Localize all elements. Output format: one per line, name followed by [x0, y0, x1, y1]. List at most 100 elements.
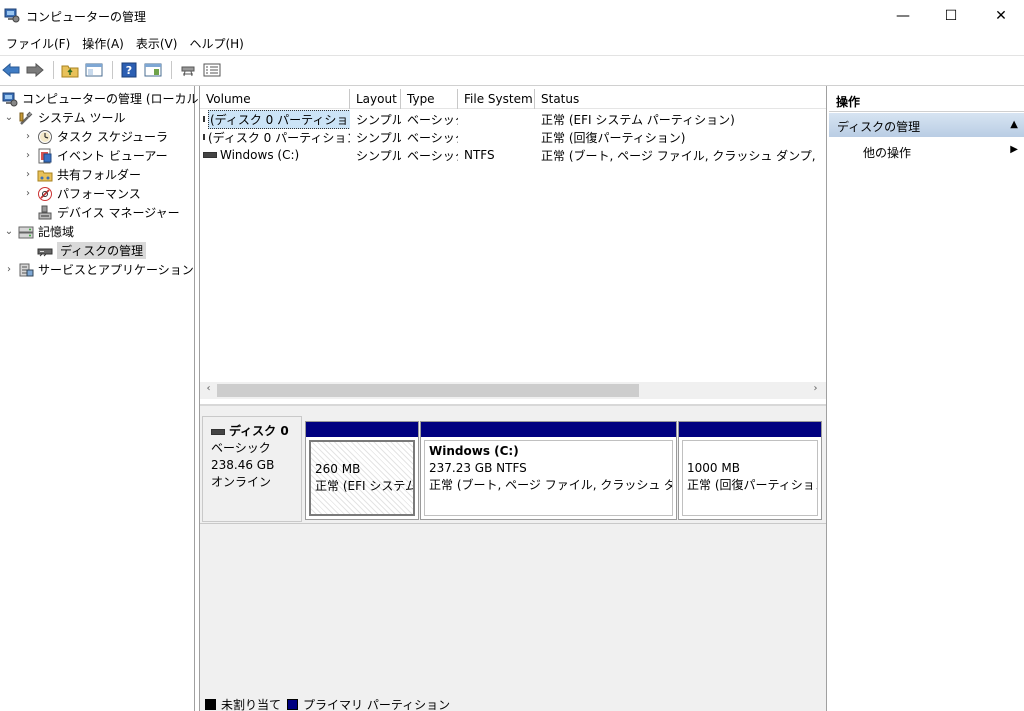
partition-bar [306, 422, 418, 437]
center-pane: Volume Layout Type File System Status (デ… [199, 86, 827, 711]
partition-label [687, 447, 813, 460]
minimize-button[interactable]: — [880, 0, 926, 31]
chevron-right-icon[interactable]: › [22, 169, 34, 180]
legend-item-unallocated: 未割り当て [205, 696, 281, 711]
cell-file-system: NTFS [464, 148, 495, 162]
maximize-button[interactable]: ☐ [928, 0, 974, 31]
disk-label-card[interactable]: ディスク 0 ベーシック 238.46 GB オンライン [202, 416, 302, 522]
chevron-right-icon[interactable]: › [22, 150, 34, 161]
scroll-left-icon[interactable]: ‹ [200, 383, 217, 398]
tree-item-device-manager[interactable]: デバイス マネージャー [37, 203, 180, 222]
help-icon[interactable]: ? [118, 59, 140, 81]
column-header-type[interactable]: Type [401, 89, 458, 109]
up-folder-icon[interactable] [59, 59, 81, 81]
actions-item-more[interactable]: 他の操作 ▶ [829, 141, 1024, 161]
chevron-down-icon[interactable]: ⌄ [3, 112, 15, 123]
disk-connect-icon[interactable] [177, 59, 199, 81]
volume-list: Volume Layout Type File System Status (デ… [200, 86, 826, 404]
disk-name-text: ディスク 0 [229, 424, 289, 438]
svg-text:?: ? [126, 64, 132, 77]
tree-label: 共有フォルダー [57, 168, 142, 182]
partition-recovery[interactable]: 1000 MB 正常 (回復パーティション) [678, 421, 822, 520]
tree-item-performance[interactable]: › パフォーマンス [22, 184, 141, 203]
table-row[interactable]: (ディスク 0 パーティション 1) シンプル ベーシック 正常 (EFI シス… [200, 109, 826, 129]
partition-windows[interactable]: Windows (C:) 237.23 GB NTFS 正常 (ブート, ページ… [420, 421, 677, 520]
toolbar: ? [0, 55, 1024, 83]
cell-status: 正常 (ブート, ページ ファイル, クラッシュ ダンプ, プライマリ パーティ… [541, 148, 818, 163]
horizontal-scrollbar[interactable]: ‹ › [200, 382, 826, 399]
column-header-file-system[interactable]: File System [458, 89, 535, 109]
partition-status: 正常 (回復パーティション) [687, 478, 818, 492]
menu-view[interactable]: 表示(V) [130, 33, 184, 53]
actions-pane: 操作 ディスクの管理 ▲ 他の操作 ▶ [829, 86, 1024, 711]
actions-section-label: ディスクの管理 [837, 120, 921, 134]
tree-item-storage[interactable]: ⌄ 記憶域 [3, 222, 74, 241]
computer-management-icon [2, 91, 18, 107]
table-row[interactable]: (ディスク 0 パーティション 4) シンプル ベーシック 正常 (回復パーティ… [200, 128, 826, 146]
legend-label: プライマリ パーティション [303, 698, 451, 711]
properties-list-icon[interactable] [201, 59, 223, 81]
clock-icon [37, 129, 53, 145]
partition-status: 正常 (EFI システム パーティション) [315, 479, 415, 493]
actions-section-disk-management[interactable]: ディスクの管理 ▲ [829, 113, 1024, 137]
toolbar-separator [171, 60, 172, 79]
storage-icon [18, 224, 34, 240]
tree-label: タスク スケジューラ [57, 130, 168, 144]
tree-label: サービスとアプリケーション [38, 263, 194, 277]
submenu-arrow-icon: ▶ [1010, 144, 1018, 155]
legend-item-primary: プライマリ パーティション [287, 696, 450, 711]
close-button[interactable]: ✕ [978, 0, 1024, 31]
title-bar: コンピューターの管理 — ☐ ✕ [0, 0, 1024, 31]
table-row[interactable]: Windows (C:) シンプル ベーシック NTFS 正常 (ブート, ペー… [200, 146, 826, 164]
disk-drive-icon [37, 243, 53, 259]
cell-volume: Windows (C:) [200, 148, 350, 162]
tree-item-system-tools[interactable]: ⌄ システム ツール [3, 108, 126, 127]
disk-graphical-view: ディスク 0 ベーシック 238.46 GB オンライン 260 MB 正常 (… [200, 404, 826, 711]
disk-drive-icon [203, 134, 205, 140]
legend-swatch [287, 699, 299, 710]
forward-arrow-icon[interactable] [24, 59, 46, 81]
cell-status: 正常 (回復パーティション) [541, 130, 686, 145]
device-manager-icon [37, 205, 53, 221]
partition-size: 260 MB [315, 462, 361, 476]
back-arrow-icon[interactable] [0, 59, 22, 81]
chevron-right-icon[interactable]: › [3, 264, 15, 275]
tree-label: パフォーマンス [57, 187, 141, 201]
tree-label-selected: ディスクの管理 [57, 242, 147, 259]
disk-type: ベーシック [211, 441, 271, 455]
show-hide-tree-icon[interactable] [83, 59, 105, 81]
menu-help[interactable]: ヘルプ(H) [183, 33, 249, 53]
column-header-layout[interactable]: Layout [350, 89, 401, 109]
performance-icon [37, 186, 53, 202]
cell-type: ベーシック [407, 148, 458, 163]
disk-drive-icon [203, 152, 217, 158]
show-hide-action-pane-icon[interactable] [142, 59, 164, 81]
menu-file[interactable]: ファイル(F) [0, 33, 76, 53]
scroll-right-icon[interactable]: › [807, 383, 824, 398]
menu-action[interactable]: 操作(A) [76, 33, 130, 53]
partition-efi[interactable]: 260 MB 正常 (EFI システム パーティション) [305, 421, 419, 520]
chevron-down-icon[interactable]: ⌄ [3, 226, 15, 237]
tree-label: コンピューターの管理 (ローカル) [22, 92, 204, 106]
tree-item-shared-folders[interactable]: › 共有フォルダー [22, 165, 141, 184]
toolbar-separator [112, 60, 113, 79]
tree-item-disk-management[interactable]: ディスクの管理 [37, 241, 147, 260]
tree-label: システム ツール [38, 111, 126, 125]
chevron-right-icon[interactable]: › [22, 131, 34, 142]
column-header-volume[interactable]: Volume [200, 89, 350, 109]
partition-status: 正常 (ブート, ページ ファイル, クラッシュ ダンプ, プライマリ パーティ… [429, 478, 672, 492]
tree-item-event-viewer[interactable]: › イベント ビューアー [22, 146, 168, 165]
collapse-up-icon[interactable]: ▲ [1010, 119, 1018, 130]
disk-row-divider [200, 523, 826, 524]
tree-item-root[interactable]: コンピューターの管理 (ローカル) [2, 89, 203, 108]
menu-bar: ファイル(F) 操作(A) 表示(V) ヘルプ(H) [0, 33, 1024, 53]
window-title: コンピューターの管理 [26, 10, 147, 24]
tools-icon [18, 110, 34, 126]
tree-item-task-scheduler[interactable]: › タスク スケジューラ [22, 127, 168, 146]
tree-item-services-apps[interactable]: › サービスとアプリケーション [3, 260, 194, 279]
partition-size: 237.23 GB NTFS [429, 461, 527, 475]
column-header-status[interactable]: Status [535, 89, 826, 109]
chevron-right-icon[interactable]: › [22, 188, 34, 199]
scrollbar-thumb[interactable] [217, 384, 639, 397]
computer-management-icon [4, 7, 20, 23]
